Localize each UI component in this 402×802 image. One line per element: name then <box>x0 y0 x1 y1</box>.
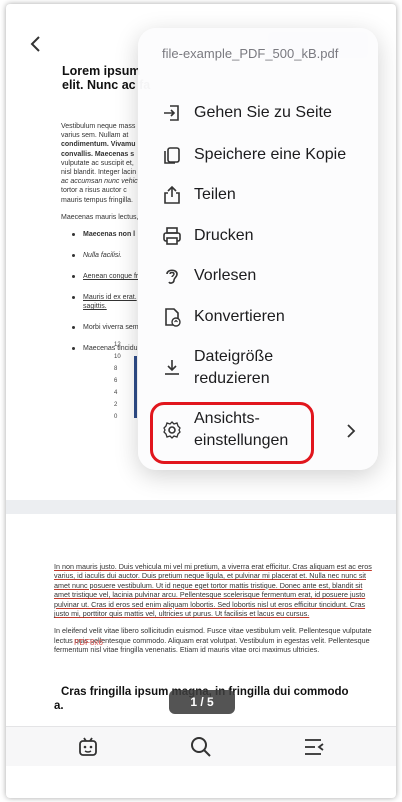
share-icon <box>164 185 180 204</box>
page-separator <box>6 500 396 514</box>
app-window: Lorem ipsum elit. Nunc ac fa Vestibulum … <box>6 4 396 798</box>
menu-item-label: Speichere eine Kopie <box>194 146 347 163</box>
chevron-right-icon <box>347 424 356 438</box>
menu-item-label-line1: Dateigröße <box>194 348 274 365</box>
y-tick: 6 <box>114 378 118 384</box>
bottom-toolbar <box>6 726 396 766</box>
back-arrow-icon[interactable] <box>28 34 44 54</box>
copy-icon <box>164 147 180 164</box>
ear-icon <box>166 269 178 284</box>
y-tick: 2 <box>114 402 118 408</box>
y-tick: 0 <box>114 414 118 420</box>
menu-item-label: Vorlesen <box>194 267 257 284</box>
outline-icon[interactable] <box>302 735 326 759</box>
download-icon <box>165 360 179 375</box>
more-options-menu: file-example_PDF_500_kB.pdf Gehen Sie zu… <box>138 28 378 470</box>
menu-item-label-line2: reduzieren <box>194 370 270 387</box>
menu-item-label: Dateigröße reduzieren <box>194 346 273 390</box>
ai-assistant-icon[interactable] <box>76 735 100 759</box>
menu-item-label: Drucken <box>194 227 254 244</box>
print-icon <box>163 227 181 245</box>
chart-bar <box>134 356 137 418</box>
highlight-annotation <box>150 402 314 464</box>
menu-item-label: Konvertieren <box>194 308 285 325</box>
menu-item-label: Gehen Sie zu Seite <box>194 104 332 121</box>
page2-paragraph-1: In non mauris justo. Duis vehicula mi ve… <box>54 562 372 619</box>
stamp-text: PDF6x6 <box>74 638 103 647</box>
menu-item-label: Teilen <box>194 186 236 203</box>
y-tick: 4 <box>114 390 118 396</box>
search-icon[interactable] <box>189 735 213 759</box>
y-tick: 10 <box>114 354 121 360</box>
menu-file-name: file-example_PDF_500_kB.pdf <box>162 46 339 61</box>
page-indicator: 1 / 5 <box>169 690 235 714</box>
y-tick: 12 <box>114 342 121 348</box>
go-to-page-icon <box>164 105 179 121</box>
y-tick: 8 <box>114 366 118 372</box>
convert-icon <box>165 308 181 327</box>
